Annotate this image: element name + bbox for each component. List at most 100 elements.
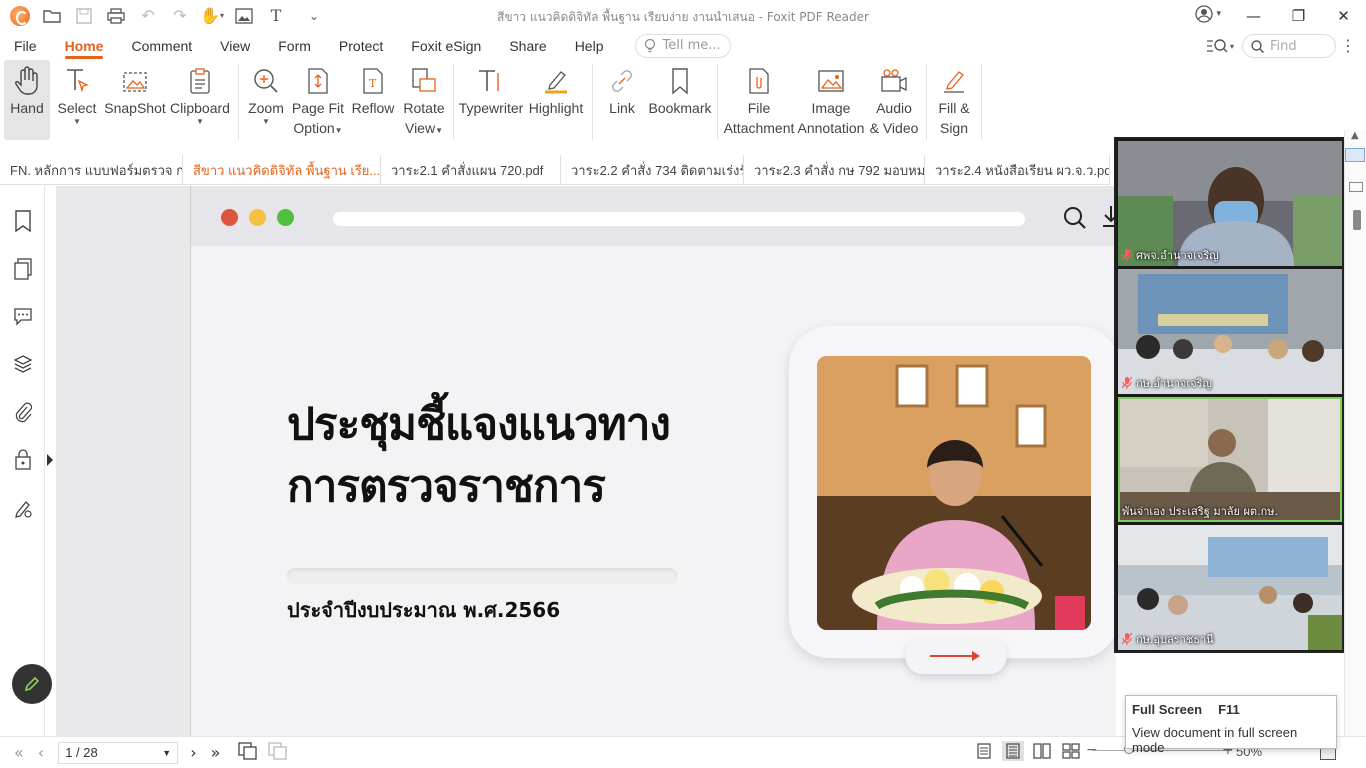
slide-next-arrow (905, 638, 1007, 674)
image-icon[interactable] (234, 6, 254, 26)
tell-me-box[interactable]: Tell me... (635, 33, 732, 58)
rotate-view-button[interactable]: Rotate View▼ (399, 60, 449, 140)
security-panel-icon[interactable] (12, 448, 34, 470)
menu-comment[interactable]: Comment (117, 31, 206, 60)
continuous-facing-view-icon[interactable] (1062, 743, 1080, 759)
file-attachment-label-line1: File (747, 100, 771, 116)
page-fit-label-line2: Option▼ (293, 118, 342, 138)
document-viewport[interactable]: ประชุมชี้แจงแนวทาง การตรวจราชการ ประจำปี… (56, 186, 1116, 736)
arrow-right-icon (930, 651, 980, 661)
page-fit-icon (303, 66, 333, 96)
print-icon[interactable] (106, 6, 126, 26)
more-options-icon[interactable]: ⋮ (1340, 36, 1356, 55)
file-attachment-label-line2: Attachment (723, 120, 795, 136)
image-annotation-button[interactable]: Image Annotation (796, 60, 866, 140)
pages-panel-icon[interactable] (12, 258, 34, 280)
menu-protect[interactable]: Protect (325, 31, 397, 60)
pen-tool-floating-icon[interactable] (12, 664, 52, 704)
doc-tab[interactable]: วาระ2.4 หนังสือเรียน ผว.จ.ว.pdf (925, 155, 1110, 185)
close-button[interactable]: ✕ (1321, 0, 1366, 31)
page-fit-option-button[interactable]: Page Fit Option▼ (289, 60, 347, 140)
menu-file[interactable]: File (0, 31, 51, 60)
redo-icon[interactable]: ↷ (170, 6, 190, 26)
save-icon[interactable] (74, 6, 94, 26)
document-badge-icon (1345, 148, 1365, 162)
continuous-view-icon[interactable] (1002, 741, 1024, 761)
minimize-button[interactable]: — (1231, 0, 1276, 31)
single-page-view-icon[interactable] (976, 743, 994, 759)
clipboard-label: Clipboard (170, 100, 230, 116)
snapshot-button[interactable]: SnapShot (104, 60, 166, 140)
side-panel-icon[interactable] (1349, 182, 1363, 192)
menu-home[interactable]: Home (51, 31, 118, 60)
zoom-button[interactable]: Zoom ▼ (243, 60, 289, 140)
customize-chevron-icon[interactable]: ⌄ (304, 6, 324, 26)
doc-tab-label: วาระ2.1 คำสั่งแผน 720.pdf (391, 162, 544, 178)
reflow-button[interactable]: T Reflow (347, 60, 399, 140)
signature-panel-icon[interactable] (12, 498, 34, 520)
foxit-logo-icon[interactable] (10, 5, 30, 26)
clipboard-button[interactable]: Clipboard ▼ (166, 60, 234, 140)
link-button[interactable]: Link (597, 60, 647, 140)
highlight-icon (541, 66, 571, 96)
slide-url-bar (333, 212, 1025, 226)
restore-button[interactable]: ❐ (1276, 0, 1321, 31)
menu-view[interactable]: View (206, 31, 264, 60)
previous-page-icon[interactable]: ‹ (38, 743, 44, 762)
page-number-input[interactable]: 1 / 28 ▼ (58, 741, 179, 764)
menu-form[interactable]: Form (264, 31, 325, 60)
participant-tile[interactable]: กษ.อุบลราชธานี (1118, 525, 1342, 650)
menu-share[interactable]: Share (495, 31, 560, 60)
participant-tile[interactable]: ศพจ.อำนาจเจริญ (1118, 141, 1342, 266)
page-view-icon[interactable] (238, 741, 258, 764)
bookmarks-panel-icon[interactable] (12, 210, 34, 232)
page-indicator: 1 / 28 (65, 745, 98, 760)
layers-panel-icon[interactable] (12, 353, 34, 375)
open-folder-icon[interactable] (42, 6, 62, 26)
doc-tab-label: วาระ2.4 หนังสือเรียน ผว.จ.ว.pdf (935, 162, 1110, 178)
doc-tab-active[interactable]: สีขาว แนวคิดดิจิทัล พื้นฐาน เรีย...✕ (183, 155, 381, 185)
meeting-photo (817, 356, 1091, 630)
expand-panel-arrow-icon[interactable] (47, 454, 53, 466)
page-dropdown-icon[interactable]: ▼ (162, 748, 171, 758)
menu-foxit-esign[interactable]: Foxit eSign (397, 31, 495, 60)
photo-frame (789, 326, 1116, 658)
red-dot (221, 209, 238, 226)
find-input[interactable]: Find (1242, 34, 1336, 58)
tooltip-title: Full Screen (1132, 702, 1203, 717)
window-controls: — ❐ ✕ (1231, 0, 1366, 31)
scroll-up-arrow-icon[interactable]: ▲ (1351, 130, 1359, 141)
attachments-panel-icon[interactable] (12, 401, 34, 423)
participant-tile-active-speaker[interactable]: พันจ่าเอง ประเสริฐ มาลัย ผต.กษ. (1118, 397, 1342, 522)
next-page-icon[interactable]: › (190, 743, 196, 762)
last-page-icon[interactable]: » (211, 743, 221, 762)
bookmark-button[interactable]: Bookmark (647, 60, 713, 140)
text-tool-icon[interactable]: T (266, 6, 286, 26)
undo-icon[interactable]: ↶ (138, 6, 158, 26)
doc-tab[interactable]: วาระ2.3 คำสั่ง กษ 792 มอบหมา... (744, 155, 925, 185)
doc-tab[interactable]: FN. หลักการ แบบฟอร์มตรวจ กษ... (0, 155, 183, 185)
first-page-icon[interactable]: « (14, 743, 24, 762)
slide-title-line1: ประชุมชี้แจงแนวทาง (287, 399, 671, 450)
advanced-search-icon[interactable]: ▾ (1206, 38, 1234, 54)
account-icon[interactable]: ▾ (1195, 5, 1221, 23)
select-tool-button[interactable]: Select ▼ (50, 60, 104, 140)
rotate-view-dropdown-arrow: ▼ (435, 126, 443, 135)
comments-panel-icon[interactable] (12, 305, 34, 327)
hand-tool-dropdown-icon[interactable]: ✋ ▾ (200, 6, 224, 26)
participant-tile[interactable]: กษ.อำนาจเจริญ (1118, 269, 1342, 394)
audio-video-button[interactable]: Audio & Video (866, 60, 922, 140)
facing-view-icon[interactable] (1033, 743, 1051, 759)
typewriter-button[interactable]: Typewriter (458, 60, 524, 140)
page-fit-label-line1: Page Fit (291, 100, 345, 116)
doc-tab[interactable]: วาระ2.1 คำสั่งแผน 720.pdf (381, 155, 561, 185)
fill-sign-button[interactable]: Fill & Sign (931, 60, 977, 140)
file-attachment-button[interactable]: File Attachment (722, 60, 796, 140)
ribbon-separator (453, 64, 454, 140)
highlight-button[interactable]: Highlight (524, 60, 588, 140)
doc-tab[interactable]: วาระ2.2 คำสั่ง 734 ติดตามเร่งรัดโ... (561, 155, 744, 185)
scrollbar-thumb[interactable] (1353, 210, 1361, 230)
audio-video-label-line1: Audio (876, 100, 912, 116)
hand-tool-button[interactable]: Hand (4, 60, 50, 140)
menu-help[interactable]: Help (561, 31, 618, 60)
